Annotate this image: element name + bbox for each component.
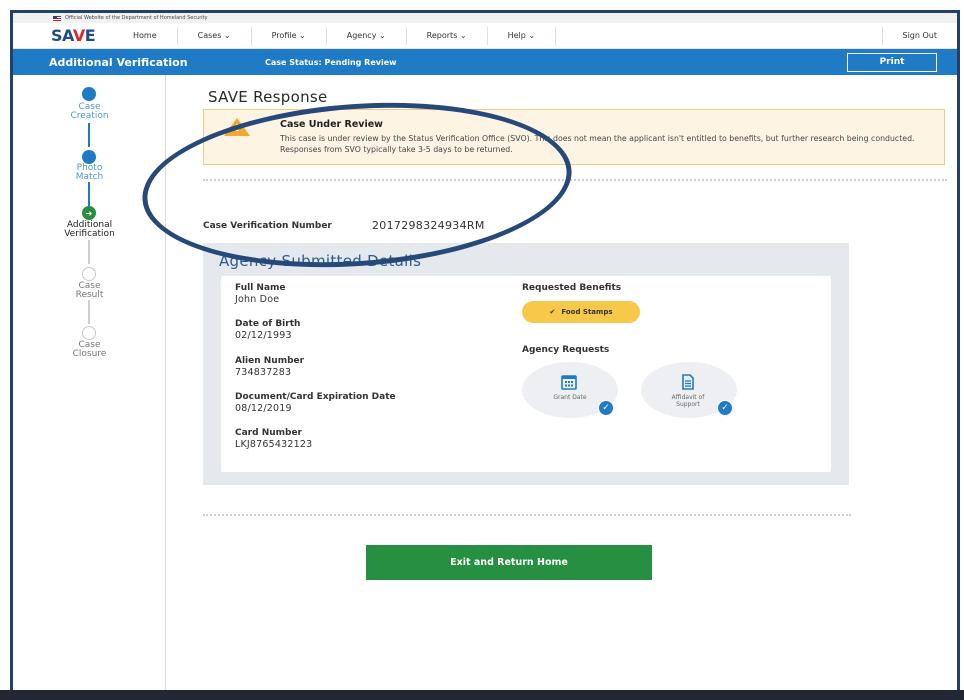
divider <box>203 514 851 516</box>
alert-title: Case Under Review <box>280 119 383 130</box>
step-photo-match: Photo Match <box>75 163 104 182</box>
main-content: SAVE Response ! Case Under Review This c… <box>203 75 953 700</box>
step-current-arrow-icon: ➜ <box>82 206 96 220</box>
step-connector <box>88 123 90 147</box>
nav-cases[interactable]: Cases ⌄ <box>178 26 252 45</box>
calendar-icon <box>561 375 577 390</box>
step-connector <box>88 300 90 324</box>
divider <box>203 179 947 181</box>
nav-help[interactable]: Help ⌄ <box>488 26 557 45</box>
step-complete-dot-icon <box>82 87 96 101</box>
step-connector <box>88 182 90 206</box>
page-body: Case Creation Photo Match ➜ Additional Veri… <box>13 75 957 700</box>
field-value: 08/12/2019 <box>235 403 292 414</box>
field-value: John Doe <box>235 294 280 305</box>
page-title: Additional Verification <box>49 55 188 69</box>
us-flag-icon <box>53 15 61 21</box>
field-label: Date of Birth <box>235 319 301 329</box>
app-window: Official Website of the Department of Ho… <box>10 10 960 700</box>
case-under-review-alert: ! Case Under Review This case is under r… <box>203 109 945 165</box>
step-case-closure: Case Closure <box>72 340 107 359</box>
field-label: Alien Number <box>235 356 305 366</box>
step-case-result: Case Result <box>75 281 104 300</box>
alert-text: This case is under review by the Status … <box>280 134 915 154</box>
case-status: Case Status: Pending Review <box>265 57 397 67</box>
gov-banner-text: Official Website of the Department of Ho… <box>65 15 208 21</box>
sign-out-link[interactable]: Sign Out <box>881 26 958 45</box>
field-label: Document/Card Expiration Date <box>235 392 396 402</box>
field-value: 734837283 <box>235 367 292 378</box>
field-value: LKJ8765432123 <box>235 439 313 450</box>
nav-profile[interactable]: Profile ⌄ <box>252 26 327 45</box>
case-verification-label: Case Verification Number <box>203 221 332 231</box>
checkmark-icon: ✔ <box>549 308 556 316</box>
field-value: 02/12/1993 <box>235 330 292 341</box>
agency-requests-label: Agency Requests <box>522 345 610 355</box>
request-grant-date: Grant Date ✓ <box>522 362 618 418</box>
step-connector <box>88 240 90 264</box>
step-pending-dot-icon <box>82 326 96 340</box>
nav-home[interactable]: Home <box>113 26 178 45</box>
save-logo[interactable]: SAVE <box>13 26 113 45</box>
step-case-creation: Case Creation <box>70 102 109 121</box>
warning-icon: ! <box>224 118 250 136</box>
checkmark-badge-icon: ✓ <box>717 400 733 416</box>
step-complete-dot-icon <box>82 150 96 164</box>
checkmark-badge-icon: ✓ <box>598 400 614 416</box>
field-label: Full Name <box>235 283 286 293</box>
benefit-badge: ✔ Food Stamps <box>522 301 640 323</box>
agency-details-card: Full Name John Doe Date of Birth 02/12/1… <box>221 276 831 472</box>
exit-and-return-home-button[interactable]: Exit and Return Home <box>366 545 652 580</box>
case-verification-number: 2017298324934RM <box>372 219 485 232</box>
step-pending-dot-icon <box>82 267 96 281</box>
bottom-bar <box>0 690 964 700</box>
page-header-bar: Additional Verification Case Status: Pen… <box>13 49 957 75</box>
gov-banner: Official Website of the Department of Ho… <box>13 13 957 23</box>
agency-details-title: Agency Submitted Details <box>219 252 422 270</box>
print-button[interactable]: Print <box>847 52 937 72</box>
nav-agency[interactable]: Agency ⌄ <box>327 26 407 45</box>
nav-reports[interactable]: Reports ⌄ <box>407 26 488 45</box>
step-additional-verification: Additional Verification <box>64 220 115 239</box>
top-navigation: SAVE Home Cases ⌄ Profile ⌄ Agency ⌄ Rep… <box>13 23 957 49</box>
document-icon <box>682 374 694 390</box>
save-response-heading: SAVE Response <box>208 88 328 106</box>
agency-details-panel: Agency Submitted Details Full Name John … <box>203 243 849 485</box>
field-label: Card Number <box>235 428 302 438</box>
progress-sidebar: Case Creation Photo Match ➜ Additional Veri… <box>13 75 166 700</box>
requested-benefits-label: Requested Benefits <box>522 283 622 293</box>
request-affidavit-of-support: Affidavit of Support ✓ <box>641 362 737 418</box>
